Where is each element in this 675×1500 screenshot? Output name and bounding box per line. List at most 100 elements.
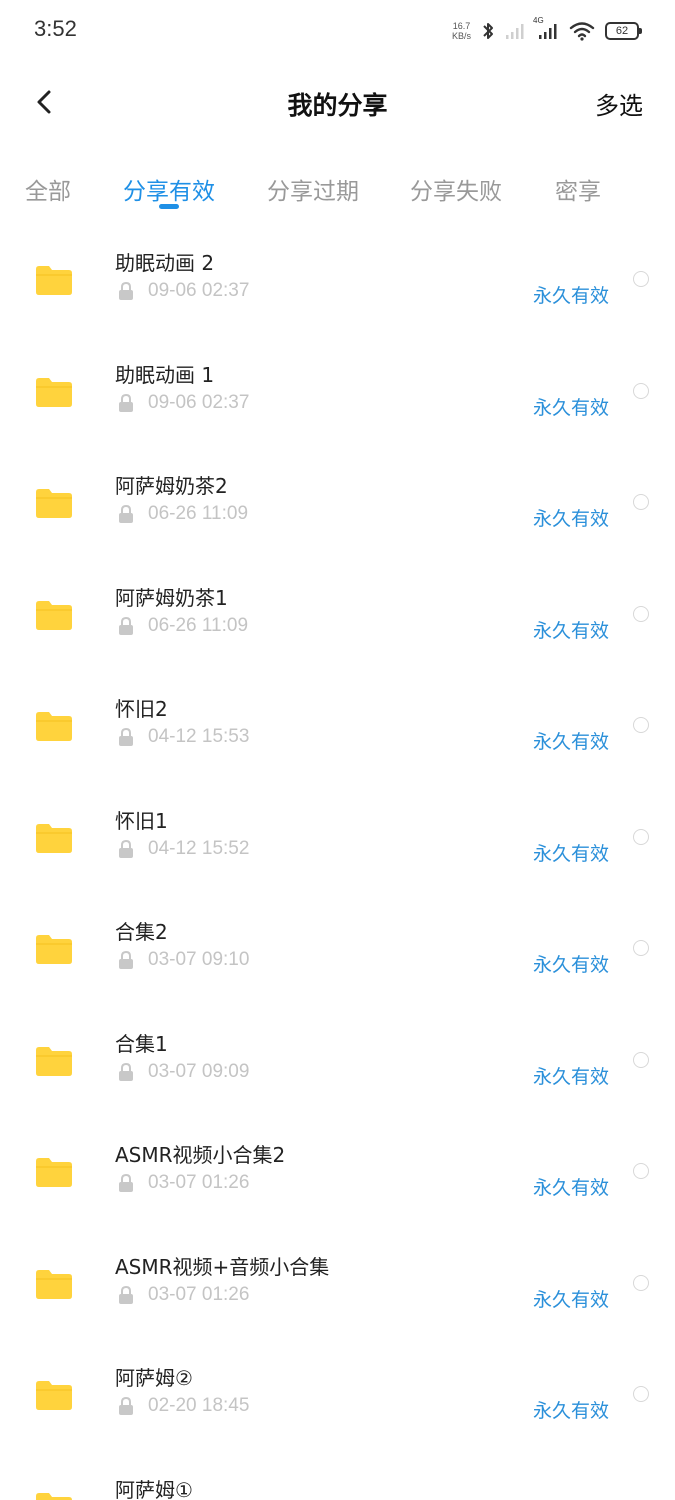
select-radio[interactable]: [633, 940, 649, 956]
lock-icon: [119, 505, 133, 523]
share-validity: 永久有效: [532, 1288, 609, 1311]
lock-icon: [119, 1062, 133, 1081]
share-validity: 永久有效: [532, 842, 609, 865]
share-meta: 03-07 09:09: [118, 1061, 249, 1083]
select-radio[interactable]: [633, 382, 649, 399]
select-radio[interactable]: [633, 717, 649, 733]
share-meta: 04-12 15:53: [118, 726, 249, 748]
share-date: 04-12 15:53: [148, 726, 250, 747]
folder-icon: [36, 1158, 72, 1187]
folder-icon: [36, 266, 72, 295]
tab-failed[interactable]: 分享失败: [410, 172, 502, 206]
share-list-item[interactable]: 怀旧2 04-12 15:53 永久有效: [0, 671, 675, 783]
share-list-item[interactable]: ASMR视频+音频小合集 03-07 01:26 永久有效: [0, 1229, 675, 1341]
folder-icon: [36, 377, 72, 407]
page-title: 我的分享: [287, 91, 388, 120]
share-date: 04-12 15:52: [148, 837, 250, 859]
share-list-item[interactable]: 怀旧1 04-12 15:52 永久有效: [0, 783, 675, 895]
share-validity: 永久有效: [532, 1177, 609, 1199]
share-list-item[interactable]: 合集1 03-07 09:09 永久有效: [0, 1006, 675, 1118]
share-name: 合集1: [115, 1031, 168, 1056]
share-date: 09-06 02:37: [148, 391, 250, 413]
share-meta: 06-26 11:09: [118, 615, 248, 637]
tab-valid[interactable]: 分享有效: [123, 172, 215, 206]
share-list-item[interactable]: 合集2 03-07 09:10 永久有效: [0, 894, 675, 1006]
multi-select-button[interactable]: 多选: [595, 86, 643, 121]
share-meta: 03-07 01:26: [118, 1172, 249, 1194]
folder-icon: [36, 935, 72, 964]
tab-all[interactable]: 全部: [25, 172, 71, 206]
share-date: 03-07 09:10: [148, 949, 250, 970]
lock-icon: [119, 1285, 133, 1304]
share-list-item[interactable]: 阿萨姆② 02-20 18:45 永久有效: [0, 1340, 675, 1452]
share-name: 怀旧1: [115, 808, 168, 833]
share-list-item[interactable]: 阿萨姆奶茶2 06-26 11:09 永久有效: [0, 448, 675, 560]
select-radio[interactable]: [633, 1386, 649, 1402]
share-meta: 03-07 01:26: [118, 1284, 249, 1306]
share-tabs: 全部 分享有效 分享过期 分享失败 密享: [0, 160, 675, 216]
share-name: 阿萨姆②: [115, 1366, 193, 1390]
share-name: 阿萨姆①: [115, 1477, 193, 1500]
status-icons: 16.7 KB/s 4G 62: [452, 16, 642, 46]
tab-private[interactable]: 密享: [555, 172, 601, 206]
share-name: 助眠动画 2: [115, 251, 215, 275]
network-speed: 16.7 KB/s: [452, 21, 471, 41]
share-name: 阿萨姆奶茶2: [115, 474, 228, 498]
folder-icon: [36, 1381, 72, 1410]
share-validity: 永久有效: [532, 508, 609, 530]
lock-icon: [119, 839, 133, 858]
share-meta: 03-07 09:10: [118, 949, 249, 971]
share-validity: 永久有效: [532, 731, 609, 753]
share-date: 02-20 18:45: [148, 1395, 250, 1416]
select-radio[interactable]: [633, 1163, 649, 1179]
folder-icon: [36, 1492, 72, 1500]
share-validity: 永久有效: [532, 954, 609, 976]
share-meta: 06-26 11:09: [118, 503, 248, 525]
share-meta: 04-12 15:52: [118, 838, 249, 860]
signal-4g: 4G: [533, 16, 559, 40]
tab-expired[interactable]: 分享过期: [267, 172, 359, 206]
share-date: 09-06 02:37: [148, 280, 250, 301]
select-radio[interactable]: [633, 828, 649, 845]
share-validity: 永久有效: [532, 1065, 609, 1088]
share-name: ASMR视频+音频小合集: [115, 1254, 330, 1279]
folder-icon: [36, 823, 72, 853]
signal-weak-icon: [506, 24, 524, 39]
select-radio[interactable]: [633, 1051, 649, 1068]
lock-icon: [119, 393, 133, 412]
share-date: 06-26 11:09: [148, 614, 249, 636]
folder-icon: [36, 489, 72, 518]
network-type-label: 4G: [533, 16, 544, 25]
share-validity: 永久有效: [532, 1400, 609, 1422]
share-date: 03-07 01:26: [148, 1283, 250, 1305]
network-speed-unit: KB/s: [451, 31, 471, 41]
bluetooth-icon: [483, 23, 493, 39]
share-name: 助眠动画 1: [115, 362, 215, 387]
status-bar: 3:52 16.7 KB/s 4G 62: [0, 0, 675, 60]
share-list-item[interactable]: 阿萨姆奶茶1 06-26 11:09 永久有效: [0, 560, 675, 672]
app-header: 我的分享 多选: [0, 70, 675, 134]
share-validity: 永久有效: [532, 619, 609, 642]
share-name: 阿萨姆奶茶1: [115, 585, 228, 610]
select-radio[interactable]: [633, 494, 649, 510]
share-list-item[interactable]: 助眠动画 1 09-06 02:37 永久有效: [0, 337, 675, 449]
lock-icon: [119, 616, 133, 635]
share-list-item[interactable]: 阿萨姆①: [0, 1452, 675, 1500]
share-list-item[interactable]: 助眠动画 2 09-06 02:37 永久有效: [0, 225, 675, 337]
share-name: 合集2: [115, 920, 168, 944]
lock-icon: [119, 1174, 133, 1192]
battery-level: 62: [615, 25, 629, 37]
lock-icon: [119, 1397, 133, 1415]
lock-icon: [119, 951, 133, 969]
select-radio[interactable]: [633, 1274, 649, 1291]
battery-icon: 62: [605, 22, 642, 40]
share-list-item[interactable]: ASMR视频小合集2 03-07 01:26 永久有效: [0, 1117, 675, 1229]
share-date: 03-07 01:26: [148, 1172, 250, 1193]
select-radio[interactable]: [633, 271, 649, 287]
folder-icon: [36, 600, 72, 630]
status-time: 3:52: [34, 16, 77, 41]
active-tab-indicator: [159, 204, 179, 209]
wifi-icon: [569, 22, 595, 41]
select-radio[interactable]: [633, 605, 649, 622]
share-name: ASMR视频小合集2: [115, 1143, 286, 1167]
